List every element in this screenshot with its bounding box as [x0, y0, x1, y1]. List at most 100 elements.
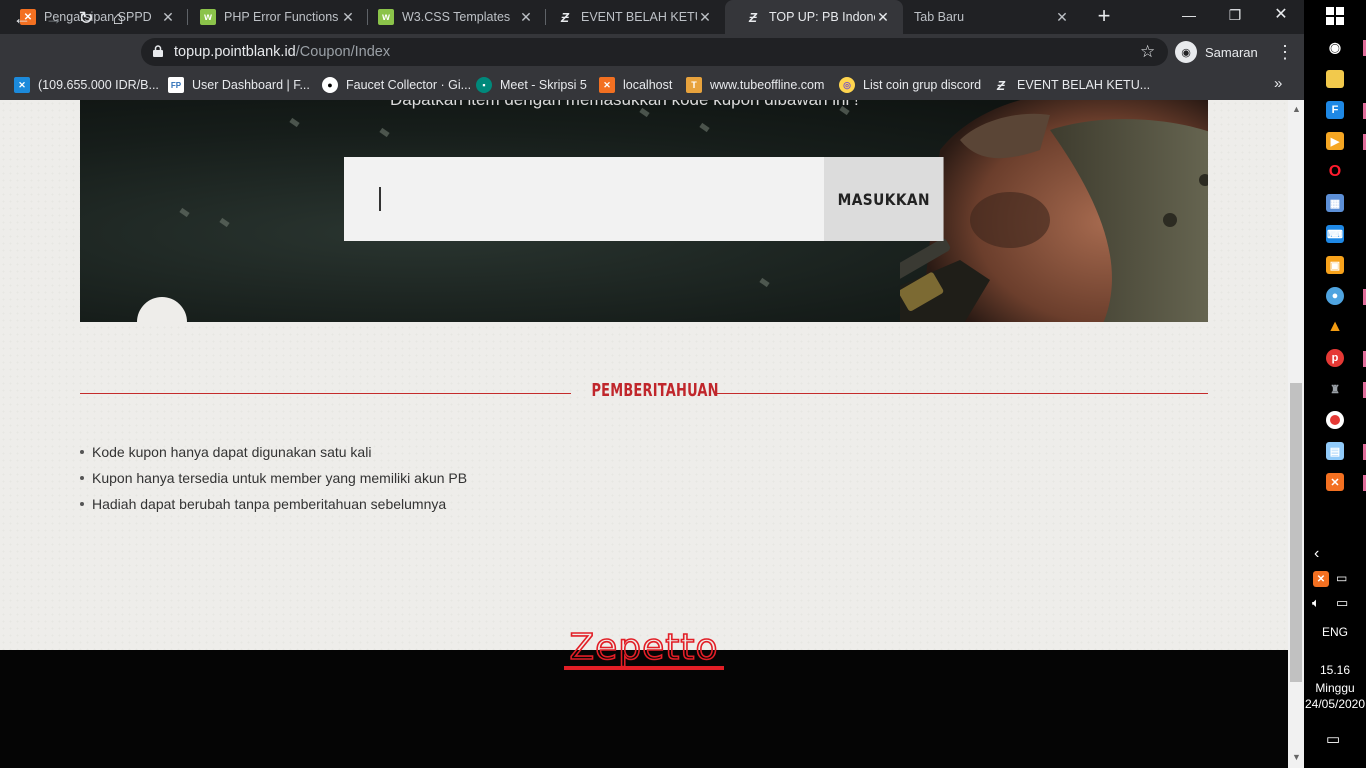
- notice-heading: PEMBERITAHUAN: [591, 380, 719, 401]
- bookmark-label: www.tubeoffline.com: [710, 78, 825, 92]
- close-tab-icon[interactable]: ✕: [340, 9, 356, 26]
- volume-icon[interactable]: 🔈︎: [1312, 595, 1320, 611]
- vlc-icon[interactable]: ▲: [1326, 318, 1344, 336]
- restore-button[interactable]: ❐: [1212, 4, 1258, 28]
- bookmark-item[interactable]: ● Faucet Collector · Gi...: [322, 76, 471, 94]
- bookmark-label: (109.655.000 IDR/B...: [38, 78, 159, 92]
- keyboard-icon[interactable]: ⌨: [1326, 225, 1344, 243]
- xampp-tray-icon[interactable]: ✕: [1313, 571, 1329, 587]
- new-tab-button[interactable]: +: [1094, 5, 1114, 27]
- tab-w3css-templates[interactable]: w W3.CSS Templates ✕: [358, 0, 546, 34]
- ftp-client-icon[interactable]: F: [1326, 101, 1344, 119]
- tab-title: Tab Baru: [914, 10, 965, 24]
- tab-title: TOP UP: PB Indonesia: [769, 10, 875, 24]
- notification-center-icon[interactable]: ▭: [1326, 730, 1340, 748]
- opera-icon[interactable]: O: [1326, 163, 1344, 181]
- submit-coupon-button[interactable]: MASUKKAN: [824, 157, 944, 241]
- language-indicator[interactable]: ENG: [1304, 625, 1366, 639]
- usb-icon[interactable]: ♜: [1326, 380, 1344, 398]
- back-button[interactable]: ←: [10, 6, 34, 30]
- tab-title: EVENT BELAH KETUPAT: [581, 10, 697, 24]
- scrollbar-thumb[interactable]: [1290, 383, 1302, 682]
- home-button[interactable]: ⌂: [106, 6, 130, 30]
- media-player-icon[interactable]: ▶: [1326, 132, 1344, 150]
- zepetto-icon: Ƶ: [561, 9, 569, 25]
- network-tray-icon[interactable]: ▭: [1336, 595, 1348, 611]
- notepad-icon[interactable]: ▤: [1326, 442, 1344, 460]
- coupon-code-input[interactable]: [344, 157, 824, 241]
- meet-icon: ▪: [476, 77, 492, 93]
- bookmark-item[interactable]: ✕ (109.655.000 IDR/B...: [14, 76, 159, 94]
- close-tab-icon[interactable]: ✕: [518, 9, 534, 26]
- tab-title: PHP Error Functions: [224, 10, 339, 24]
- close-tab-icon[interactable]: ✕: [1054, 9, 1070, 26]
- xampp-taskbar-icon[interactable]: ✕: [1326, 473, 1344, 491]
- notice-item-text: Kode kupon hanya dapat digunakan satu ka…: [92, 444, 372, 460]
- tab-event-belah-ketupat[interactable]: Ƶ EVENT BELAH KETUPAT ✕: [537, 0, 725, 34]
- tab-title: W3.CSS Templates: [402, 10, 511, 24]
- soldier-image: [900, 100, 1208, 322]
- bookmark-label: localhost: [623, 78, 673, 92]
- bookmark-item[interactable]: ◎ List coin grup discord: [839, 76, 981, 94]
- zepetto-icon: Ƶ: [749, 9, 757, 25]
- scroll-up-icon[interactable]: ▲: [1292, 104, 1301, 114]
- clock-time[interactable]: 15.16: [1304, 663, 1366, 677]
- menu-icon[interactable]: ⋮: [1276, 42, 1294, 63]
- divider: [80, 393, 571, 394]
- fp-icon: FP: [168, 77, 184, 93]
- scroll-down-icon[interactable]: ▼: [1292, 752, 1301, 762]
- bookmark-label: User Dashboard | F...: [192, 78, 310, 92]
- tab-top-up-pb-indonesia[interactable]: Ƶ TOP UP: PB Indonesia ✕: [725, 0, 903, 34]
- forward-button[interactable]: →: [42, 6, 66, 30]
- url-path: /Coupon/Index: [295, 44, 391, 60]
- incognito-icon: ◉: [1175, 41, 1197, 63]
- close-window-button[interactable]: ✕: [1258, 4, 1304, 28]
- tab-php-error-functions[interactable]: w PHP Error Functions ✕: [180, 0, 368, 34]
- p-app-icon[interactable]: p: [1326, 349, 1344, 367]
- minimize-button[interactable]: —: [1166, 4, 1212, 28]
- incognito-taskbar-icon[interactable]: ◉: [1326, 38, 1344, 56]
- close-x-icon: ✕: [14, 77, 30, 93]
- w3schools-icon: w: [378, 9, 394, 25]
- notice-item: Hadiah dapat berubah tanpa pemberitahuan…: [80, 496, 446, 512]
- more-bookmarks-icon[interactable]: »: [1274, 75, 1282, 92]
- bookmark-label: List coin grup discord: [863, 78, 982, 92]
- show-hidden-icons-icon[interactable]: ‹: [1314, 545, 1319, 563]
- close-tab-icon[interactable]: ✕: [875, 9, 891, 26]
- bookmark-label: Faucet Collector · Gi...: [346, 78, 472, 92]
- lock-icon: [153, 45, 163, 57]
- clock-date[interactable]: 24/05/2020: [1304, 697, 1366, 711]
- text-caret: [379, 187, 381, 211]
- bookmark-item[interactable]: T www.tubeoffline.com: [686, 76, 824, 94]
- svg-text:Zepetto: Zepetto: [569, 627, 718, 668]
- bookmark-item[interactable]: ▪ Meet - Skripsi 5: [476, 76, 587, 94]
- coin-icon: ◎: [839, 77, 855, 93]
- bookmark-star-icon[interactable]: ☆: [1140, 42, 1155, 62]
- battery-icon[interactable]: ▭: [1336, 571, 1347, 585]
- bookmark-label: EVENT BELAH KETU...: [1017, 78, 1151, 92]
- clock-day[interactable]: Minggu: [1304, 681, 1366, 695]
- bookmark-item[interactable]: ✕ localhost: [599, 76, 672, 94]
- office-icon[interactable]: ▣: [1326, 256, 1344, 274]
- zepetto-logo[interactable]: Zepetto: [558, 625, 730, 670]
- profile-name: Samaran: [1205, 44, 1258, 60]
- hero-subtitle: Dapatkan item dengan memasukkan kode kup…: [390, 100, 859, 110]
- close-tab-icon[interactable]: ✕: [160, 9, 176, 26]
- close-tab-icon[interactable]: ✕: [697, 9, 713, 26]
- profile-button[interactable]: ◉ Samaran: [1175, 40, 1258, 64]
- bookmark-item[interactable]: Ƶ EVENT BELAH KETU...: [993, 76, 1150, 94]
- photos-icon[interactable]: ▦: [1326, 194, 1344, 212]
- network-icon[interactable]: ●: [1326, 287, 1344, 305]
- record-icon[interactable]: [1326, 411, 1344, 429]
- zepetto-icon: Ƶ: [997, 77, 1005, 93]
- notice-item-text: Kupon hanya tersedia untuk member yang m…: [92, 470, 468, 486]
- url-text[interactable]: topup.pointblank.id/Coupon/Index: [174, 44, 390, 60]
- file-explorer-icon[interactable]: [1326, 70, 1344, 88]
- tab-tab-baru[interactable]: Tab Baru ✕: [894, 0, 1082, 34]
- bookmark-item[interactable]: FP User Dashboard | F...: [168, 76, 310, 94]
- notice-item: Kode kupon hanya dapat digunakan satu ka…: [80, 444, 371, 460]
- divider: [717, 393, 1208, 394]
- windows-start-icon[interactable]: [1326, 7, 1344, 25]
- reload-button[interactable]: ↻: [74, 6, 98, 30]
- tubeoffline-icon: T: [686, 77, 702, 93]
